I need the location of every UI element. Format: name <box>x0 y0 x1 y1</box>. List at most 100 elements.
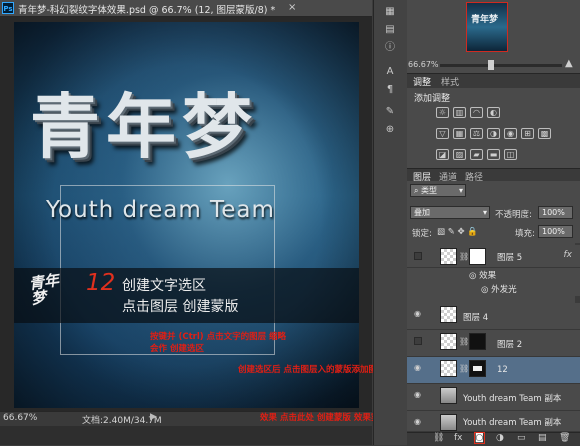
new-layer-icon[interactable]: ▤ <box>538 433 547 443</box>
layer-thumbnail[interactable] <box>440 414 457 431</box>
filter-label: 类型 <box>421 186 438 195</box>
photoshop-logo-icon: Ps <box>2 2 14 14</box>
fill-field[interactable]: 100% <box>538 225 573 238</box>
layer-mask-thumbnail[interactable] <box>469 360 486 377</box>
tab-adjustments[interactable]: 调整 <box>413 75 431 88</box>
layer-row[interactable]: ⛓ 图层 2 <box>407 330 580 357</box>
blend-mode-value: 叠加 <box>414 208 430 217</box>
step-number: 12 <box>86 270 116 296</box>
navigator-thumb-label: 青年梦 <box>471 15 499 25</box>
effect-name: ◎ 效果 <box>469 271 497 281</box>
step-caption-line2: 点击图层 创建蒙版 <box>122 299 239 315</box>
layer-thumbnail[interactable] <box>440 248 457 265</box>
document-tab[interactable]: Ps 青年梦-科幻裂纹字体效果.psd @ 66.7% (12, 图层蒙版/8)… <box>0 0 372 17</box>
layer-mask-thumbnail[interactable] <box>469 333 486 350</box>
curves-icon[interactable]: ◠ <box>470 107 483 118</box>
visibility-toggle[interactable] <box>414 252 422 260</box>
info-icon[interactable]: ⓘ <box>383 42 397 54</box>
eye-icon[interactable]: ◉ <box>412 417 423 426</box>
fx-icon[interactable]: fx <box>564 250 573 260</box>
threshold-icon[interactable]: ▰ <box>470 149 483 160</box>
opacity-field[interactable]: 100% <box>538 206 573 219</box>
layer-filter-dropdown[interactable]: ⌕ 类型 ▾ <box>410 184 466 197</box>
fx-icon[interactable]: fx <box>454 433 463 443</box>
annotation-text: 按键并 (Ctrl) 点击文字的图层 缩略 <box>150 332 287 342</box>
color-lookup-icon[interactable]: ▩ <box>538 128 551 139</box>
vibrance-icon[interactable]: ▽ <box>436 128 449 139</box>
artwork-title-text: 青年梦 <box>30 86 258 168</box>
eye-icon[interactable]: ◉ <box>412 309 423 318</box>
opacity-value: 100% <box>542 208 565 217</box>
eye-icon[interactable]: ◉ <box>412 390 423 399</box>
layer-effect-row[interactable]: ◎ 外发光 <box>407 282 580 296</box>
layers-bottom-bar: ⛓ fx ◙ ◑ ▭ ▤ 🗑 <box>407 432 580 446</box>
layer-thumbnail[interactable] <box>440 387 457 404</box>
link-icon[interactable]: ⛓ <box>459 364 469 373</box>
status-menu-arrow-icon[interactable]: ▶ <box>150 412 157 422</box>
link-icon[interactable]: ⛓ <box>459 252 469 261</box>
layer-name: 图层 2 <box>497 340 523 350</box>
navigator-zoom-slider[interactable] <box>440 64 562 67</box>
layer-effect-row[interactable]: ◎ 效果 <box>407 268 580 282</box>
paragraph-icon[interactable]: ¶ <box>383 84 397 96</box>
visibility-toggle[interactable] <box>414 337 422 345</box>
character-icon[interactable]: A <box>383 66 397 78</box>
layer-row[interactable]: ◉ Youth dream Team 副本 <box>407 384 580 411</box>
zoom-slider-knob[interactable] <box>488 60 494 70</box>
adjustments-tabbar: 调整 样式 <box>407 73 580 88</box>
horizontal-scroll-area[interactable] <box>0 426 372 445</box>
trash-icon[interactable]: 🗑 <box>559 433 570 443</box>
layer-thumbnail[interactable] <box>440 333 457 350</box>
link-icon[interactable]: ⛓ <box>459 337 469 346</box>
close-tab-icon[interactable]: × <box>288 2 296 13</box>
layer-name: 12 <box>497 365 508 375</box>
layer-row[interactable]: ◉ ⛓ 12 <box>407 357 580 384</box>
fill-value: 100% <box>542 227 565 236</box>
chevron-down-icon: ▾ <box>458 186 463 195</box>
properties-icon[interactable]: ▤ <box>383 24 397 36</box>
layer-row[interactable]: ◉ Youth dream Team 副本 <box>407 411 580 432</box>
posterize-icon[interactable]: ▨ <box>453 149 466 160</box>
blend-mode-dropdown[interactable]: 叠加 ▾ <box>410 206 490 219</box>
lock-icons[interactable]: ▧ ✎ ✥ 🔒 <box>437 227 478 237</box>
navigator-zoom-value[interactable]: 66.67% <box>408 60 439 69</box>
color-balance-icon[interactable]: ⚖ <box>470 128 483 139</box>
exposure-icon[interactable]: ◐ <box>487 107 500 118</box>
layer-name: 图层 5 <box>497 253 523 263</box>
clone-source-icon[interactable]: ⊕ <box>383 124 397 136</box>
zoom-readout[interactable]: 66.67% <box>3 413 37 423</box>
layer-thumbnail[interactable] <box>440 306 457 323</box>
gradient-map-icon[interactable]: ▬ <box>487 149 500 160</box>
history-icon[interactable]: ▦ <box>383 6 397 18</box>
photo-filter-icon[interactable]: ◉ <box>504 128 517 139</box>
layer-name: Youth dream Team 副本 <box>463 394 562 404</box>
brush-icon[interactable]: ✎ <box>383 106 397 118</box>
navigator-thumbnail[interactable] <box>466 2 508 52</box>
calligraphy-logo: 青年梦 <box>27 271 61 308</box>
collapsed-panel-strip: ▦ ▤ ⓘ A ¶ ✎ ⊕ <box>373 0 408 445</box>
opacity-label: 不透明度: <box>495 210 532 220</box>
link-icon[interactable]: ⛓ <box>433 433 444 443</box>
layer-name: 图层 4 <box>463 313 489 323</box>
hue-saturation-icon[interactable]: ▦ <box>453 128 466 139</box>
zoom-in-icon[interactable]: ▲ <box>565 58 573 69</box>
layer-name: Youth dream Team 副本 <box>463 418 562 428</box>
adjustment-layer-icon[interactable]: ◑ <box>496 433 504 443</box>
document-title: 青年梦-科幻裂纹字体效果.psd @ 66.7% (12, 图层蒙版/8) * <box>18 5 276 16</box>
add-mask-icon[interactable]: ◙ <box>474 432 485 444</box>
layer-row[interactable]: ◉ 图层 4 <box>407 303 580 330</box>
tab-styles[interactable]: 样式 <box>441 75 459 88</box>
chevron-down-icon: ▾ <box>482 208 487 217</box>
channel-mixer-icon[interactable]: ⊞ <box>521 128 534 139</box>
selective-color-icon[interactable]: ◫ <box>504 149 517 160</box>
invert-icon[interactable]: ◪ <box>436 149 449 160</box>
effect-name: ◎ 外发光 <box>481 285 517 295</box>
layer-mask-thumbnail[interactable] <box>469 248 486 265</box>
layer-row[interactable]: ⛓ 图层 5 fx <box>407 245 580 268</box>
eye-icon[interactable]: ◉ <box>412 363 423 372</box>
group-icon[interactable]: ▭ <box>517 433 526 443</box>
black-white-icon[interactable]: ◑ <box>487 128 500 139</box>
brightness-contrast-icon[interactable]: ☼ <box>436 107 449 118</box>
layer-thumbnail[interactable] <box>440 360 457 377</box>
levels-icon[interactable]: ▥ <box>453 107 466 118</box>
